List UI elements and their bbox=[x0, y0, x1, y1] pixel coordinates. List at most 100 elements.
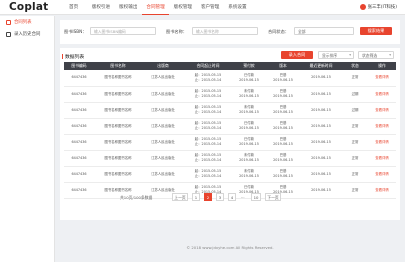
app-logo[interactable]: Coplat bbox=[9, 1, 48, 13]
table-row: 6447436 图书名称图书名称 江苏人民出版社 起：2015-05-15 止：201… bbox=[64, 102, 396, 119]
table-row: 6447436 图书名称图书名称 江苏人民出版社 起：2015-05-15 止：201… bbox=[64, 86, 396, 103]
cell-status: 正常 bbox=[342, 70, 368, 87]
cell-version: 巴基 2019-06-15 bbox=[266, 166, 300, 183]
view-details-link[interactable]: 查看详情 bbox=[368, 150, 396, 167]
sidebar-item-history-contract[interactable]: 录入历史合同 bbox=[0, 28, 54, 40]
cell-book-code: 6447436 bbox=[64, 86, 94, 103]
cell-book-code: 6447436 bbox=[64, 166, 94, 183]
table-body: 6447436 图书名称图书名称 江苏人民出版社 起：2015-05-15 止：201… bbox=[64, 70, 396, 199]
sort-select-label: 显示排序 bbox=[322, 53, 338, 58]
document-icon bbox=[6, 31, 11, 37]
cell-book-code: 6447436 bbox=[64, 70, 94, 87]
isbn-label: 图书ISBN： bbox=[64, 29, 87, 34]
cell-updated-time: 2019-06-15 bbox=[300, 118, 342, 135]
cell-version: 巴基 2019-06-15 bbox=[266, 150, 300, 167]
sidebar-item-label: 录入历史合同 bbox=[14, 32, 41, 37]
cell-updated-time: 2019-06-15 bbox=[300, 134, 342, 151]
search-button[interactable]: 搜索结果 bbox=[360, 27, 392, 35]
cell-status: 过期 bbox=[342, 86, 368, 103]
cell-prepayment: 未付款 2019-06-15 bbox=[232, 150, 266, 167]
cell-status: 正常 bbox=[342, 118, 368, 135]
main-content: 图书ISBN： 输入图书ISBN编码 图书名称： 输入图书名称 合同状态： 全部… bbox=[60, 20, 400, 220]
cell-prepayment: 未付款 2019-06-15 bbox=[232, 102, 266, 119]
footer-copyright: © 2018 www.jdxyhe.com All Rights Reserve… bbox=[186, 245, 274, 250]
cell-publisher: 江苏人民出版社 bbox=[142, 102, 184, 119]
nav-copyright-management[interactable]: 版权管理 bbox=[169, 0, 196, 15]
column-header: 图书名称 bbox=[94, 62, 142, 70]
cell-prepayment: 已付款 2019-06-15 bbox=[232, 70, 266, 87]
table-header-row: 图书编码 图书名称 出版商 合同起止时间 预付款 版本 最近更新时间 状态 操作 bbox=[64, 62, 396, 70]
view-details-link[interactable]: 查看详情 bbox=[368, 166, 396, 183]
nav-copyright-export[interactable]: 版权输出 bbox=[115, 0, 142, 15]
sidebar-item-contract-list[interactable]: 合同列表 bbox=[0, 16, 54, 28]
view-details-link[interactable]: 查看详情 bbox=[368, 70, 396, 87]
nav-contract-management[interactable]: 合同管理 bbox=[141, 0, 170, 15]
cell-status: 正常 bbox=[342, 150, 368, 167]
cell-publisher: 江苏人民出版社 bbox=[142, 134, 184, 151]
cell-prepayment: 已付款 2019-06-15 bbox=[232, 134, 266, 151]
cell-contract-period: 起：2015-05-15 止：2015-05-14 bbox=[184, 102, 232, 119]
view-details-link[interactable]: 查看详情 bbox=[368, 102, 396, 119]
cell-status: 正常 bbox=[342, 166, 368, 183]
column-header: 预付款 bbox=[232, 62, 266, 70]
page-button-10[interactable]: 10 bbox=[251, 193, 261, 201]
contract-table: 图书编码 图书名称 出版商 合同起止时间 预付款 版本 最近更新时间 状态 操作 6447436… bbox=[64, 62, 396, 199]
view-details-link[interactable]: 查看详情 bbox=[368, 134, 396, 151]
book-name-input[interactable]: 输入图书名称 bbox=[192, 27, 258, 35]
column-header: 版本 bbox=[266, 62, 300, 70]
column-header: 操作 bbox=[368, 62, 396, 70]
cell-status: 正常 bbox=[342, 134, 368, 151]
book-name-label: 图书名称： bbox=[166, 29, 187, 34]
view-details-link[interactable]: 查看详情 bbox=[368, 118, 396, 135]
nav-system-settings[interactable]: 系统设置 bbox=[224, 0, 251, 15]
cell-version: 巴基 2019-06-15 bbox=[266, 102, 300, 119]
cell-book-code: 6447436 bbox=[64, 118, 94, 135]
cell-version: 巴基 2019-06-15 bbox=[266, 134, 300, 151]
list-icon bbox=[6, 19, 11, 25]
user-menu[interactable]: 张三丰(IT科技) bbox=[359, 4, 397, 10]
cell-book-code: 6447436 bbox=[64, 150, 94, 167]
cell-publisher: 江苏人民出版社 bbox=[142, 118, 184, 135]
nav-customer-management[interactable]: 客户管理 bbox=[196, 0, 223, 15]
cell-updated-time: 2019-06-15 bbox=[300, 150, 342, 167]
nav-home[interactable]: 首页 bbox=[60, 0, 87, 15]
cell-contract-period: 起：2015-05-15 止：2015-05-14 bbox=[184, 134, 232, 151]
contract-status-select[interactable]: 全部 bbox=[294, 27, 354, 35]
table-row: 6447436 图书名称图书名称 江苏人民出版社 起：2015-05-15 止：201… bbox=[64, 134, 396, 151]
column-header: 合同起止时间 bbox=[184, 62, 232, 70]
page-button-1[interactable]: 1 bbox=[192, 193, 200, 201]
sort-select[interactable]: 显示排序 ▾ bbox=[318, 51, 354, 59]
next-page-button[interactable]: 下一页 bbox=[265, 193, 281, 201]
page-button-4[interactable]: 4 bbox=[228, 193, 236, 201]
chevron-down-icon: ▾ bbox=[349, 53, 351, 57]
cell-book-name: 图书名称图书名称 bbox=[94, 150, 142, 167]
top-navbar: Coplat 首页 版权引进 版权输出 合同管理 版权管理 客户管理 系统设置 … bbox=[0, 0, 405, 15]
cell-updated-time: 2019-06-15 bbox=[300, 70, 342, 87]
cell-publisher: 江苏人民出版社 bbox=[142, 86, 184, 103]
panel-title: 数据列表 bbox=[61, 54, 85, 60]
status-filter-select[interactable]: 状态筛选 ▾ bbox=[358, 51, 394, 59]
nav-copyright-import[interactable]: 版权引进 bbox=[87, 0, 114, 15]
cell-version: 巴基 2019-06-15 bbox=[266, 118, 300, 135]
page-button-3[interactable]: 3 bbox=[216, 193, 224, 201]
cell-book-name: 图书名称图书名称 bbox=[94, 118, 142, 135]
cell-prepayment: 未付款 2019-06-15 bbox=[232, 166, 266, 183]
cell-prepayment: 未付款 2019-06-15 bbox=[232, 86, 266, 103]
add-contract-button[interactable]: 录入合同 bbox=[281, 51, 313, 59]
cell-contract-period: 起：2015-05-15 止：2015-05-14 bbox=[184, 70, 232, 87]
contract-status-label: 合同状态： bbox=[268, 29, 289, 34]
cell-version: 巴基 2019-06-15 bbox=[266, 86, 300, 103]
pagination: 共10页/100条数据 上一页 1 2 3 4 ... 10 下一页 bbox=[60, 193, 400, 203]
isbn-input[interactable]: 输入图书ISBN编码 bbox=[90, 27, 156, 35]
table-row: 6447436 图书名称图书名称 江苏人民出版社 起：2015-05-15 止：201… bbox=[64, 118, 396, 135]
column-header: 出版商 bbox=[142, 62, 184, 70]
page-button-2[interactable]: 2 bbox=[204, 193, 212, 201]
sidebar: 合同列表 录入历史合同 bbox=[0, 16, 55, 262]
view-details-link[interactable]: 查看详情 bbox=[368, 86, 396, 103]
user-name: 张三丰(IT科技) bbox=[367, 5, 397, 10]
prev-page-button[interactable]: 上一页 bbox=[172, 193, 188, 201]
pagination-total: 共10页/100条数据 bbox=[120, 195, 153, 200]
main-nav: 首页 版权引进 版权输出 合同管理 版权管理 客户管理 系统设置 bbox=[60, 0, 251, 15]
cell-contract-period: 起：2015-05-15 止：2015-05-14 bbox=[184, 86, 232, 103]
cell-book-name: 图书名称图书名称 bbox=[94, 70, 142, 87]
